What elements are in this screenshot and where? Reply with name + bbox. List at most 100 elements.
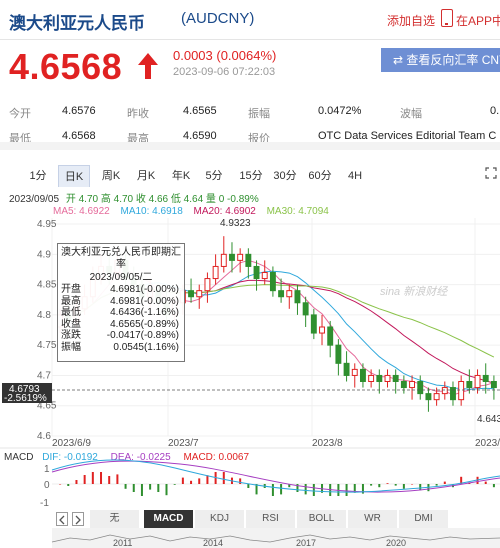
candle-body: [286, 290, 293, 298]
period-tab[interactable]: 月K: [131, 165, 161, 187]
candle-body: [188, 290, 195, 298]
macd-bar: [116, 474, 119, 484]
quote-timestamp: 2023-09-06 07:22:03: [173, 66, 276, 78]
tooltip-row-label: 最低: [61, 307, 81, 318]
time-tick: 2023/8: [312, 438, 343, 449]
macd-bar: [83, 475, 86, 484]
candle-body: [261, 272, 268, 280]
wave-value: 0.: [490, 105, 500, 117]
chart-date: 2023/09/05: [9, 194, 59, 205]
macd-bar: [304, 484, 307, 495]
open-value: 4.6576: [62, 105, 96, 117]
section-divider: [0, 142, 500, 150]
candle-body: [204, 278, 211, 292]
tooltip-row-label: 最高: [61, 295, 81, 307]
phone-icon[interactable]: [441, 9, 453, 27]
candle-body: [220, 253, 227, 267]
indicator-tab[interactable]: DMI: [399, 510, 449, 528]
macd-bar: [222, 472, 225, 484]
macd-value: MACD: 0.0067: [183, 452, 249, 463]
candle-body: [474, 374, 481, 389]
candle-body: [343, 362, 350, 376]
open-in-app-link[interactable]: 在APP中: [456, 12, 500, 29]
price-axis: 4.954.94.854.84.754.74.654.6: [37, 219, 57, 442]
candle-body: [400, 381, 407, 389]
time-tick: 2023/6/9: [52, 438, 91, 449]
indicator-tab[interactable]: WR: [348, 510, 398, 528]
candle-body: [417, 381, 424, 395]
amplitude-value: 0.0472%: [318, 105, 362, 117]
tooltip-row: 收盘 4.6565(-0.89%): [58, 319, 184, 331]
candle-body: [441, 387, 448, 395]
period-tab[interactable]: 日K: [58, 165, 90, 187]
period-tab[interactable]: 30分: [270, 165, 300, 187]
prev-close-label: 昨收: [127, 108, 149, 120]
candle-body: [392, 374, 399, 382]
reverse-rate-button[interactable]: ⇄ 查看反向汇率 CNY: [381, 48, 500, 72]
candle-body: [368, 374, 375, 382]
high-annotation: 4.9323: [220, 218, 251, 229]
low-annotation: 4.643: [477, 414, 500, 425]
period-tab[interactable]: 年K: [166, 165, 196, 187]
tooltip-row: 最高 4.6981(-0.00%): [58, 296, 184, 308]
period-tab[interactable]: 周K: [96, 165, 126, 187]
period-tab[interactable]: 4H: [343, 165, 367, 187]
overview-year-2020: 2020: [386, 538, 406, 548]
candle-body: [278, 290, 285, 298]
ma5-label: MA5: 4.6922: [53, 206, 110, 217]
svg-text:2023/09/05 开 4.70 高 4.70: 2023/09/05 开 4.70 高 4.70 收 4.66 低 4.64 量…: [9, 192, 259, 205]
candle-body: [384, 374, 391, 382]
tooltip-date: 2023/09/05/二: [89, 272, 153, 283]
tooltip-row: 最低 4.6436(-1.16%): [58, 307, 184, 319]
macd-bar: [484, 481, 487, 484]
candle-body: [466, 381, 473, 389]
price-tick: 4.95: [37, 219, 57, 230]
ma20-label: MA20: 4.6902: [194, 206, 257, 217]
ma10-label: MA10: 4.6918: [121, 206, 184, 217]
period-tab[interactable]: 15分: [236, 165, 266, 187]
title-bar: 澳大利亚元人民币 (AUDCNY) 添加自选 在APP中: [0, 0, 500, 40]
macd-bar: [370, 484, 373, 486]
indicator-tab[interactable]: 无: [90, 510, 140, 528]
macd-bar: [124, 484, 127, 489]
indicator-tab[interactable]: BOLL: [297, 510, 347, 528]
fullscreen-icon[interactable]: [485, 167, 497, 179]
candle-body: [212, 265, 219, 280]
candle-body: [433, 393, 440, 401]
candle-tooltip: 澳大利亚元兑人民币即期汇率 2023/09/05/二 开盘 4.6981(-0.0…: [57, 243, 185, 362]
candle-body: [310, 314, 317, 334]
period-tab[interactable]: 1分: [24, 165, 52, 187]
macd-bar: [67, 484, 70, 486]
macd-bar: [411, 484, 414, 485]
time-tick: 2023/: [475, 438, 500, 449]
period-tab[interactable]: 5分: [201, 165, 227, 187]
macd-bar: [173, 484, 176, 485]
reverse-rate-label: 查看反向汇率 CNY: [406, 53, 500, 67]
indicator-tab[interactable]: RSI: [246, 510, 296, 528]
time-tick: 2023/7: [168, 438, 199, 449]
macd-bar: [345, 484, 348, 496]
quote-source-value: OTC Data Services Editorial Team C: [318, 130, 497, 142]
macd-bar: [75, 480, 78, 484]
high-value: 4.6590: [183, 130, 217, 142]
symbol-code: (AUDCNY): [181, 10, 255, 27]
overview-year-2011: 2011: [113, 538, 132, 548]
candle-body: [458, 381, 465, 401]
tooltip-row-label: 收盘: [61, 318, 81, 330]
prev-close-value: 4.6565: [183, 105, 217, 117]
macd-bar: [165, 484, 168, 496]
candle-body: [294, 290, 301, 304]
macd-bar: [443, 481, 446, 484]
tooltip-row-label: 振幅: [61, 341, 81, 353]
indicator-tab[interactable]: KDJ: [195, 510, 245, 528]
overview-year-2014: 2014: [203, 538, 223, 548]
tooltip-row-value: 4.6565(-0.89%): [110, 318, 179, 330]
macd-bar: [132, 484, 135, 492]
price-tick: 4.85: [37, 280, 57, 291]
candle-body: [359, 368, 366, 382]
macd-bar: [206, 475, 209, 484]
indicator-tab[interactable]: MACD: [144, 510, 194, 528]
tooltip-row-label: 开盘: [61, 284, 81, 295]
add-favorite-link[interactable]: 添加自选: [387, 12, 435, 29]
period-tab[interactable]: 60分: [305, 165, 335, 187]
